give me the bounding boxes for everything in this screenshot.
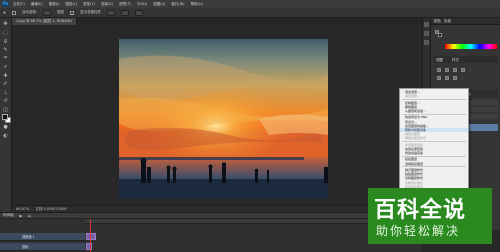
show-transform-checkbox[interactable] — [70, 10, 75, 15]
tab-color[interactable]: 颜色 — [434, 19, 441, 24]
stamp-tool-icon[interactable]: ⊥ — [2, 90, 10, 96]
status-bar: 66.67% 文档:3.00M/3.00M — [13, 205, 422, 212]
move-tool-icon[interactable]: ✥ — [3, 11, 6, 15]
properties-panel-icon[interactable] — [424, 31, 429, 36]
timeline-playhead[interactable] — [90, 219, 91, 252]
align-buttons[interactable] — [107, 9, 116, 16]
eyedropper-tool-icon[interactable]: ⌿ — [2, 64, 10, 70]
ctx-rasterize-style[interactable]: 栅格化图层样式 — [400, 136, 468, 140]
foreground-color-swatch[interactable] — [2, 114, 8, 120]
selected-layer-row[interactable] — [469, 124, 498, 131]
curves-adjust-icon[interactable] — [453, 68, 457, 72]
color-panel-header: 颜色 色板 — [431, 18, 500, 25]
play-icon[interactable]: ▶ — [20, 214, 23, 218]
menu-bar: Ps 文件(F) 编辑(E) 图像(I) 图层(L) 类型(Y) 选择(S) 滤… — [0, 0, 500, 8]
lasso-tool-icon[interactable]: ϱ — [2, 38, 10, 44]
healing-tool-icon[interactable]: ✚ — [2, 73, 10, 79]
menu-type[interactable]: 类型(Y) — [81, 2, 97, 7]
levels-adjust-icon[interactable] — [445, 68, 449, 72]
eraser-tool-icon[interactable]: ◫ — [2, 107, 10, 113]
auto-select-checkbox[interactable] — [11, 10, 16, 15]
history-panel-icon[interactable] — [424, 22, 429, 27]
timeline-title: 时间轴 — [3, 213, 14, 217]
blur-tool-icon[interactable]: ● — [2, 124, 10, 130]
layer-option-label: 图层 — [57, 10, 65, 14]
app-logo: Ps — [2, 1, 9, 7]
menu-filter[interactable]: 滤镜(T) — [117, 2, 133, 7]
menu-image[interactable]: 图像(I) — [47, 2, 62, 7]
balance-adjust-icon[interactable] — [453, 76, 457, 80]
quick-select-tool-icon[interactable]: ✎ — [2, 47, 10, 53]
menu-edit[interactable]: 编辑(E) — [29, 2, 45, 7]
timeline-track[interactable]: 音轨 — [0, 243, 85, 251]
bg-color-chip[interactable] — [438, 33, 442, 37]
brush-tool-icon[interactable]: ✐ — [2, 81, 10, 87]
auto-select-target-dropdown[interactable] — [43, 9, 52, 16]
track-label: 视频组 1 — [22, 235, 35, 239]
menu-file[interactable]: 文件(F) — [11, 2, 27, 7]
character-panel-icon[interactable] — [424, 40, 429, 45]
timeline-panel: 时间轴 ▶ ▸| 视频组 1 音轨 — [0, 212, 422, 252]
distribute-buttons[interactable] — [121, 9, 130, 16]
track-label: 音轨 — [22, 245, 29, 249]
brightness-adjust-icon[interactable] — [437, 68, 441, 72]
tab-swatches[interactable]: 色板 — [444, 19, 451, 24]
vibrance-adjust-icon[interactable] — [437, 76, 441, 80]
menu-view[interactable]: 视图(V) — [151, 2, 167, 7]
watermark-subtitle: 助你轻松解决 — [376, 224, 461, 238]
crop-tool-icon[interactable]: ⌗ — [2, 55, 10, 61]
ctx-edit-adjustment[interactable]: 编辑调整... — [400, 94, 468, 98]
watermark-title: 百科全说 — [374, 198, 467, 223]
timeline-clip[interactable] — [86, 243, 92, 250]
menu-select[interactable]: 选择(S) — [99, 2, 115, 7]
show-transform-label: 显示变换控件 — [80, 10, 102, 14]
color-spectrum-bar[interactable] — [445, 44, 497, 49]
site-watermark: 百科全说 助你轻松解决 — [368, 188, 492, 244]
document-tab[interactable]: 1.jpg @ 66.7% (图层 1, RGB/8#) — [12, 18, 77, 25]
menu-help[interactable]: 帮助(H) — [189, 2, 205, 7]
photoshop-window: Ps 文件(F) 编辑(E) 图像(I) 图层(L) 类型(Y) 选择(S) 滤… — [0, 0, 500, 252]
layer-context-menu: 混合选项... 编辑调整... 复制图层... 删除图层 从图层新建组... 快… — [399, 88, 469, 197]
zoom-level[interactable]: 66.67% — [16, 207, 29, 211]
document-size: 文档:3.00M/3.00M — [35, 206, 67, 211]
menu-3d[interactable]: 3D(D) — [135, 2, 149, 6]
menu-layer[interactable]: 图层(L) — [63, 2, 79, 7]
auto-select-label: 自动选择: — [21, 10, 38, 14]
timeline-clip[interactable] — [86, 233, 96, 240]
canvas-area[interactable] — [13, 25, 422, 205]
dodge-tool-icon[interactable]: ◐ — [2, 133, 10, 139]
step-forward-icon[interactable]: ▸| — [28, 214, 31, 218]
marquee-tool-icon[interactable]: ⬚ — [2, 30, 10, 36]
adjustments-panel-header: 调整 样式 — [434, 56, 498, 63]
ctx-group-from-layers[interactable]: 从图层新建组... — [400, 109, 468, 113]
history-brush-tool-icon[interactable]: ↺ — [2, 98, 10, 104]
document-tabs: 1.jpg @ 66.7% (图层 1, RGB/8#) — [12, 18, 422, 25]
options-bar: ✥ 自动选择: 图层 显示变换控件 — [0, 8, 500, 18]
3d-mode-buttons[interactable] — [135, 9, 144, 16]
timeline-track[interactable]: 视频组 1 — [0, 233, 85, 241]
tab-styles[interactable]: 样式 — [452, 58, 459, 63]
toolbox: ✥ ⬚ ϱ ✎ ⌗ ⌿ ✚ ✐ ⊥ ↺ ◫ ▤ ● ◐ — [0, 18, 12, 214]
hue-adjust-icon[interactable] — [445, 76, 449, 80]
tab-adjustments[interactable]: 调整 — [436, 58, 443, 63]
menu-window[interactable]: 窗口(W) — [169, 2, 186, 7]
ctx-select-linked[interactable]: 选择链接图层 — [400, 162, 468, 166]
ctx-create-clipping-mask[interactable]: 创建剪贴蒙版 — [400, 151, 468, 155]
exposure-adjust-icon[interactable] — [461, 68, 465, 72]
move-tool-icon[interactable]: ✥ — [2, 21, 10, 27]
sunset-beach-photo[interactable] — [119, 39, 328, 199]
